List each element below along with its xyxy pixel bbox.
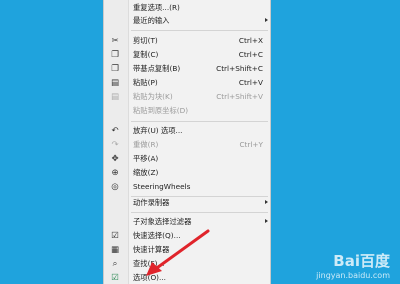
menu-item-paste-as-block[interactable]: ▤ 粘贴为块(K) Ctrl+Shift+V [104,90,272,103]
copy-icon: ❐ [111,50,119,60]
submenu-arrow-icon [265,219,268,223]
menu-item-label: 动作录制器 [133,198,170,207]
menu-item-options[interactable]: ☑ 选项(O)... [104,271,272,284]
menu-item-shortcut: Ctrl+C [238,50,263,59]
menu-item-undo[interactable]: ↶ 放弃(U) 选项... [104,124,272,137]
menu-item-label: 缩放(Z) [133,168,159,177]
menu-item-label: 粘贴为块(K) [133,92,173,101]
menu-item-label: 快速选择(Q)... [133,231,181,240]
menu-item-quick-select[interactable]: ☑ 快速选择(Q)... [104,229,272,242]
menu-item-recent-input[interactable]: 最近的输入 [104,14,272,27]
menu-item-steeringwheels[interactable]: ◎ SteeringWheels [104,180,272,193]
calculator-icon: ▦ [110,245,120,255]
options-checkbox-icon: ☑ [111,273,119,283]
quick-select-icon: ☑ [111,231,119,241]
watermark-brand: Bai百度 [333,252,390,270]
menu-item-repeat-options[interactable]: 重复选项...(R) [104,1,272,14]
menu-item-label: 平移(A) [133,154,159,163]
pan-hand-icon: ✥ [111,154,119,164]
context-menu: 重复选项...(R) 最近的输入 ✂ 剪切(T) Ctrl+X ❐ 复制(C) … [103,0,271,284]
menu-item-shortcut: Ctrl+Shift+C [216,64,263,73]
submenu-arrow-icon [265,200,268,204]
menu-item-label: 选项(O)... [133,273,166,282]
menu-separator [131,121,268,122]
menu-item-paste[interactable]: ▤ 粘贴(P) Ctrl+V [104,76,272,89]
steering-wheel-icon: ◎ [111,182,119,192]
menu-item-label: 复制(C) [133,50,159,59]
paste-icon: ▤ [110,78,120,88]
menu-item-label: 放弃(U) 选项... [133,126,183,135]
menu-item-action-recorder[interactable]: 动作录制器 [104,196,272,209]
menu-item-quickcalc[interactable]: ▦ 快速计算器 [104,243,272,256]
menu-item-label: 重复选项...(R) [133,3,180,12]
menu-item-label: 粘贴(P) [133,78,158,87]
redo-icon: ↷ [111,140,119,150]
menu-item-label: 子对象选择过滤器 [133,217,192,226]
baidu-watermark: Bai百度 jingyan.baidu.com [316,250,390,280]
menu-separator [131,212,268,213]
menu-item-label: 带基点复制(B) [133,64,181,73]
menu-item-pan[interactable]: ✥ 平移(A) [104,152,272,165]
menu-item-shortcut: Ctrl+V [238,78,263,87]
menu-item-label: 粘贴到原坐标(D) [133,106,189,115]
zoom-icon: ⊕ [111,168,119,178]
menu-item-shortcut: Ctrl+Shift+V [216,92,263,101]
menu-item-cut[interactable]: ✂ 剪切(T) Ctrl+X [104,34,272,47]
menu-item-label: 剪切(T) [133,36,158,45]
copy-basepoint-icon: ❐ [111,64,119,74]
menu-item-label: 快速计算器 [133,245,170,254]
menu-item-copy[interactable]: ❐ 复制(C) Ctrl+C [104,48,272,61]
menu-item-zoom[interactable]: ⊕ 缩放(Z) [104,166,272,179]
menu-item-redo[interactable]: ↷ 重做(R) Ctrl+Y [104,138,272,151]
menu-item-find[interactable]: ⌕ 查找(F)... [104,257,272,270]
menu-item-label: 重做(R) [133,140,159,149]
menu-item-label: SteeringWheels [133,182,191,191]
menu-item-paste-original-coords[interactable]: 粘贴到原坐标(D) [104,104,272,117]
submenu-arrow-icon [265,18,268,22]
undo-icon: ↶ [111,126,119,136]
menu-item-shortcut: Ctrl+Y [239,140,263,149]
menu-item-subobject-filter[interactable]: 子对象选择过滤器 [104,215,272,228]
menu-separator [131,30,268,31]
watermark-url: jingyan.baidu.com [316,271,390,280]
menu-item-copy-with-basepoint[interactable]: ❐ 带基点复制(B) Ctrl+Shift+C [104,62,272,75]
menu-item-shortcut: Ctrl+X [238,36,263,45]
paste-block-icon: ▤ [110,92,120,102]
scissors-icon: ✂ [111,36,119,46]
menu-item-label: 查找(F)... [133,259,165,268]
find-icon: ⌕ [112,259,118,269]
menu-item-label: 最近的输入 [133,16,170,25]
